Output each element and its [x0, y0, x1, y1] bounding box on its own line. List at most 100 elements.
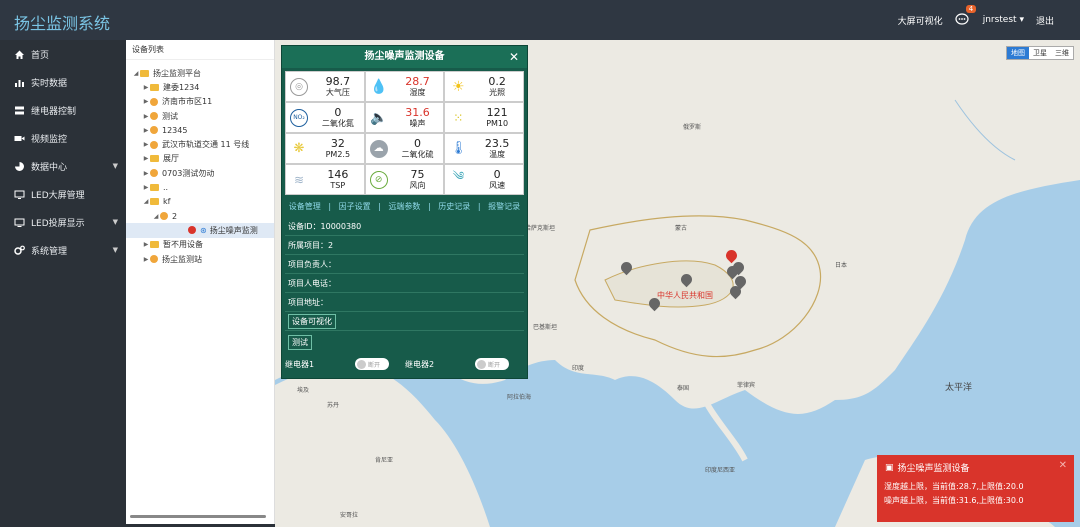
- tab-separator: |: [328, 201, 332, 211]
- map-label: 肯尼亚: [375, 457, 394, 464]
- collapse-arrow-icon[interactable]: ▶: [142, 98, 150, 105]
- sensor-label: PM10: [486, 118, 509, 128]
- group-icon: [160, 212, 168, 221]
- tree-node[interactable]: ▶ 暂不用设备: [126, 238, 274, 252]
- sensor-label: 湿度: [409, 87, 426, 97]
- sensor-label: 二氧化氮: [321, 118, 354, 128]
- close-icon[interactable]: ✕: [1059, 460, 1067, 471]
- display-icon: [14, 218, 25, 227]
- tree-node[interactable]: ▶ 测试: [126, 109, 274, 123]
- device-visual-button[interactable]: 设备可视化: [288, 314, 336, 329]
- expand-arrow-icon[interactable]: ◢: [142, 198, 150, 205]
- collapse-arrow-icon[interactable]: ▶: [142, 170, 150, 177]
- sidebar-item-home[interactable]: 首页: [0, 40, 126, 68]
- collapse-arrow-icon[interactable]: ▶: [142, 84, 150, 91]
- map-label-ocean: 太平洋: [945, 383, 973, 393]
- bigscreen-link[interactable]: 大屏可视化: [898, 14, 943, 27]
- alarm-bell-icon: ▣: [885, 462, 894, 473]
- tsp-icon: ≋: [293, 172, 305, 187]
- no2-icon: NO₂: [290, 108, 308, 127]
- tree-node[interactable]: ▶ 济南市市区11: [126, 95, 274, 109]
- expand-arrow-icon[interactable]: ◢: [132, 70, 140, 77]
- tree-node-selected[interactable]: ⊛ 扬尘噪声监测: [126, 223, 274, 238]
- sensor-value: 0: [334, 105, 342, 119]
- sidebar-item-relay[interactable]: 继电器控制: [0, 96, 126, 124]
- tree-node[interactable]: ◢ 扬尘监测平台: [126, 66, 274, 80]
- collapse-arrow-icon[interactable]: ▶: [142, 184, 150, 191]
- tab-history[interactable]: 历史记录: [438, 201, 470, 212]
- map-type-3d-button[interactable]: 三维: [1051, 47, 1073, 59]
- sensor-value: 146: [327, 167, 349, 181]
- sensor-grid: ◎ 98.7 大气压 💧 28.7 湿度 ☀ 0.2 光照 NO₂ 0 二氧化氮 🔈 31.6 噪声…: [285, 71, 524, 195]
- map-label: 俄罗斯: [683, 124, 702, 131]
- sensor-value: 28.7: [405, 74, 430, 88]
- sensor-value: 0: [413, 136, 421, 150]
- collapse-arrow-icon[interactable]: ▶: [142, 127, 150, 134]
- tab-alarm-records[interactable]: 报警记录: [488, 201, 520, 212]
- tree-node[interactable]: ▶ 建委1234: [126, 80, 274, 94]
- sidebar-item-realtime[interactable]: 实时数据: [0, 68, 126, 96]
- sidebar-item-video[interactable]: 视频监控: [0, 124, 126, 152]
- tree-node[interactable]: ▶ 展厅: [126, 152, 274, 166]
- tab-remote-params[interactable]: 远端参数: [388, 201, 420, 212]
- device-status-icon: [188, 226, 196, 235]
- tab-device-manage[interactable]: 设备管理: [289, 201, 321, 212]
- toggle-knob: [357, 359, 366, 369]
- sensor-cell: 🌡 23.5 温度: [444, 133, 524, 164]
- sidebar: 首页 实时数据 继电器控制 视频监控 数据中心 ▼ LED大屏管理 LED投屏显…: [0, 40, 126, 527]
- test-button[interactable]: 测试: [288, 335, 312, 350]
- tree-node-label: 济南市市区11: [162, 97, 213, 107]
- logout-link[interactable]: 退出: [1036, 14, 1054, 27]
- collapse-arrow-icon[interactable]: ▶: [142, 241, 150, 248]
- tree-node-label: 0703测试勿动: [162, 168, 215, 178]
- tab-factor-settings[interactable]: 因子设置: [339, 201, 371, 212]
- pm10-dots-icon: ⁙: [453, 110, 464, 125]
- tree-node-label: 武汉市轨道交通 11 号线: [162, 140, 250, 150]
- collapse-arrow-icon[interactable]: ▶: [142, 113, 150, 120]
- group-icon: [150, 255, 158, 263]
- collapse-arrow-icon[interactable]: ▶: [142, 155, 150, 162]
- group-icon: [150, 97, 158, 106]
- close-icon[interactable]: ✕: [509, 46, 519, 68]
- tree-node[interactable]: ▶ 0703测试勿动: [126, 166, 274, 180]
- sensor-value: 0.2: [488, 74, 506, 88]
- folder-icon: [150, 198, 159, 206]
- user-menu[interactable]: jnrstest ▾: [983, 15, 1024, 25]
- caret-down-icon: ▼: [112, 162, 118, 170]
- project-address: 项目地址：: [285, 293, 524, 312]
- alarm-line: 噪声越上限，当前值:31.6,上限值:30.0: [884, 496, 1024, 505]
- tree-node[interactable]: ◢ kf: [126, 195, 274, 209]
- sidebar-item-led-manage[interactable]: LED大屏管理: [0, 180, 126, 208]
- sensor-cell: ◎ 98.7 大气压: [285, 71, 365, 102]
- tree-node[interactable]: ▶..: [126, 180, 274, 194]
- map-label: 日本: [835, 262, 848, 269]
- sensor-cell: 💧 28.7 湿度: [364, 71, 445, 102]
- collapse-arrow-icon[interactable]: ▶: [142, 141, 150, 148]
- sidebar-item-system[interactable]: 系统管理 ▼: [0, 236, 126, 264]
- server-icon: [15, 106, 24, 114]
- device-tree-panel: 设备列表 ◢ 扬尘监测平台 ▶ 建委1234 ▶ 济南市市区11 ▶ 测试 ▶ 12345…: [126, 40, 275, 524]
- map-type-satellite-button[interactable]: 卫星: [1029, 47, 1051, 59]
- horizontal-scrollbar[interactable]: [130, 515, 266, 518]
- map-type-map-button[interactable]: 地图: [1007, 47, 1029, 59]
- relay1-toggle[interactable]: 断开: [355, 358, 389, 370]
- tree-node[interactable]: ▶ 12345: [126, 123, 274, 137]
- notification-button[interactable]: 4: [955, 5, 977, 28]
- tree-node[interactable]: ▶ 扬尘监测站: [126, 252, 274, 266]
- map-label: 安哥拉: [340, 512, 359, 519]
- sensor-value: 75: [410, 167, 425, 181]
- expand-arrow-icon[interactable]: ◢: [152, 213, 160, 220]
- tab-separator: |: [477, 201, 481, 211]
- sensor-cell: ⊘ 75 风向: [364, 164, 445, 195]
- sidebar-item-datacenter[interactable]: 数据中心 ▼: [0, 152, 126, 180]
- relay2-toggle[interactable]: 断开: [475, 358, 509, 370]
- map-label: 巴基斯坦: [533, 324, 558, 331]
- collapse-arrow-icon[interactable]: ▶: [142, 256, 150, 263]
- tree-node[interactable]: ▶ 武汉市轨道交通 11 号线: [126, 137, 274, 151]
- sensor-value: 0: [493, 167, 501, 181]
- popup-header: 扬尘噪声监测设备 ✕: [282, 46, 527, 68]
- tree-node[interactable]: ◢ 2: [126, 209, 274, 223]
- sidebar-item-led-display[interactable]: LED投屏显示 ▼: [0, 208, 126, 236]
- folder-icon: [150, 155, 159, 163]
- map-label: 苏丹: [327, 402, 340, 409]
